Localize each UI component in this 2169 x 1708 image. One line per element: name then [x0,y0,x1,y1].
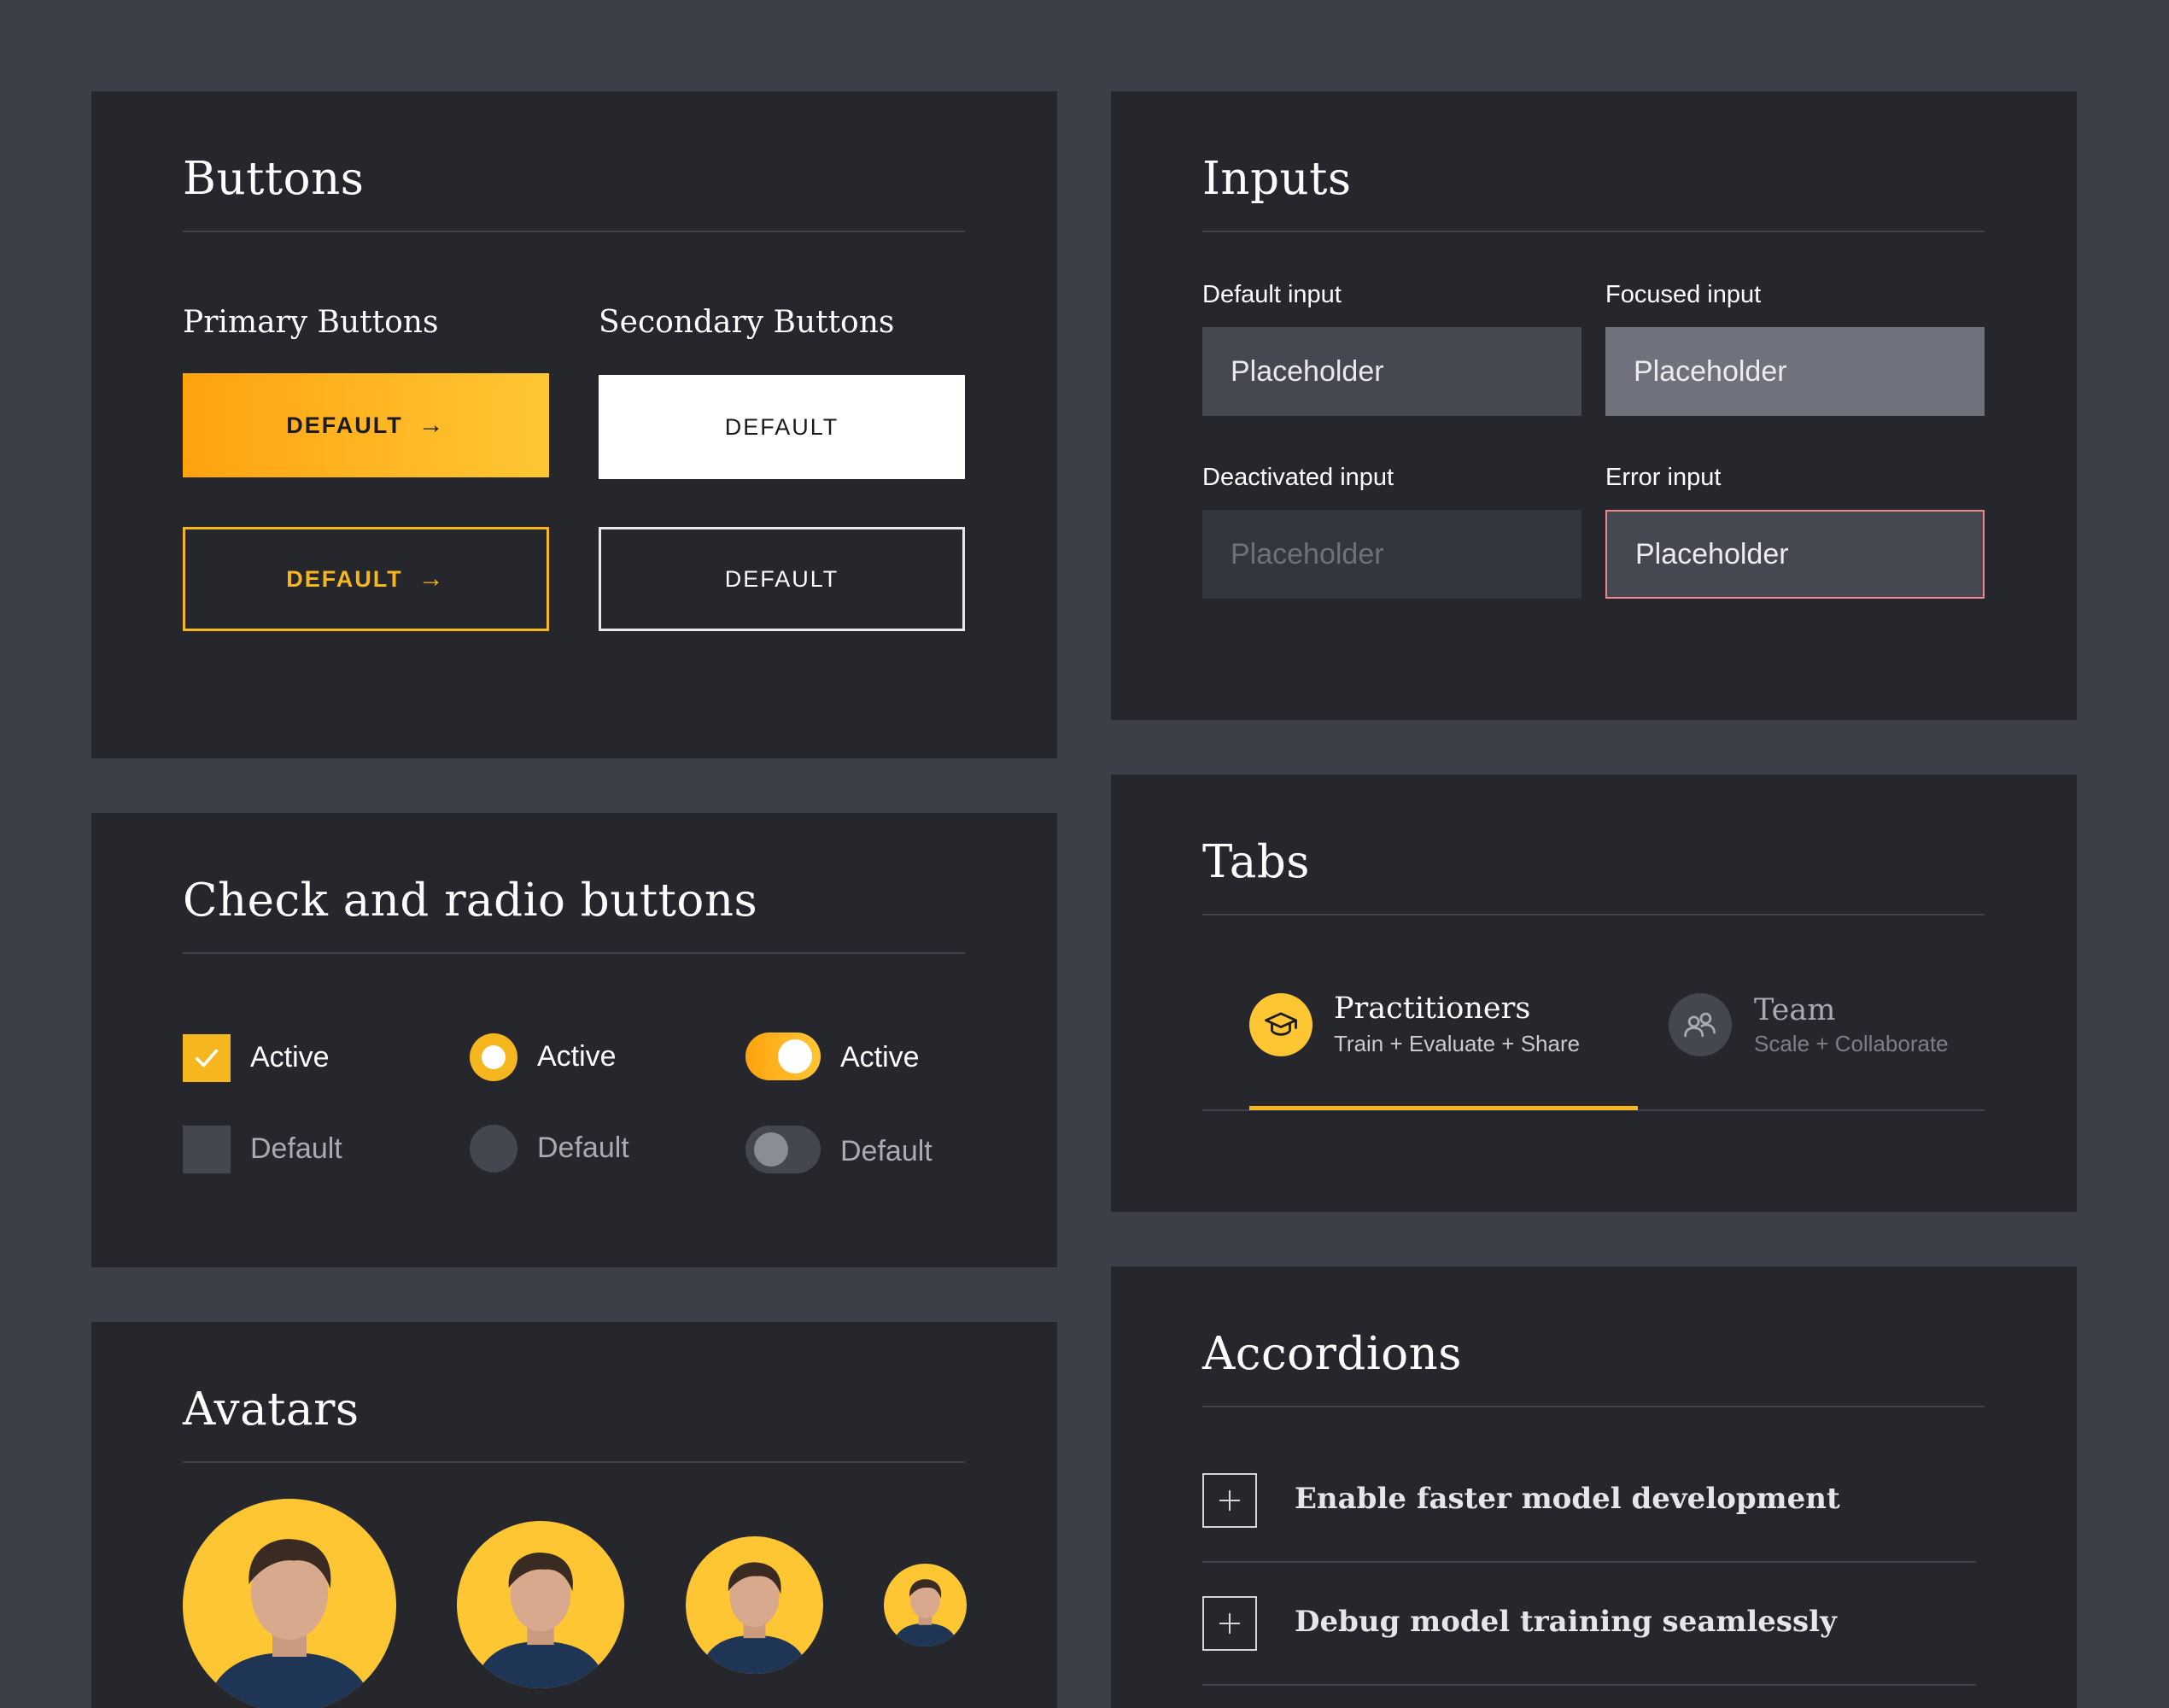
primary-buttons-heading: Primary Buttons [183,305,439,340]
plus-icon[interactable] [1202,1473,1257,1528]
checkbox-active[interactable] [183,1034,231,1082]
inputs-divider [1202,231,1985,232]
radio-active-label: Active [537,1040,617,1073]
accordions-title: Accordions [1202,1328,1463,1380]
accordion-item[interactable]: Enable faster model development [1202,1471,1976,1533]
focused-input-label: Focused input [1605,281,1762,308]
graduation-cap-icon [1249,993,1313,1056]
accordion-divider [1202,1561,1976,1563]
primary-outline-button[interactable]: DEFAULT → [183,527,549,631]
primary-filled-button[interactable]: DEFAULT → [183,373,549,477]
focused-input[interactable] [1605,327,1985,416]
avatar-xl [183,1499,396,1708]
tabs-divider [1202,914,1985,915]
buttons-title: Buttons [183,153,365,205]
accordions-card: Accordions Enable faster model developme… [1111,1266,2077,1708]
tab-practitioners-title: Practitioners [1334,991,1531,1026]
toggle-default-knob [754,1132,788,1167]
avatar-lg [457,1521,624,1688]
default-input-label: Default input [1202,281,1342,308]
plus-icon[interactable] [1202,1596,1257,1651]
secondary-buttons-heading: Secondary Buttons [599,305,895,340]
accordion-divider [1202,1684,1976,1686]
primary-filled-button-label: DEFAULT [286,412,403,438]
toggle-active-label: Active [840,1041,920,1073]
tabs-card: Tabs Practitioners Train + Evaluate + Sh… [1111,775,2077,1212]
toggle-active[interactable] [745,1032,821,1080]
avatar-md [686,1536,823,1674]
avatar-sm [884,1564,967,1647]
accordions-divider [1202,1406,1985,1407]
users-icon [1669,993,1732,1056]
secondary-filled-button-label: DEFAULT [724,413,839,440]
accordion-item-label: Debug model training seamlessly [1295,1605,1837,1639]
toggle-default[interactable] [745,1126,821,1173]
accordion-item[interactable]: Debug model training seamlessly [1202,1594,1976,1656]
accordion-item-label: Enable faster model development [1295,1482,1840,1516]
tabs-title: Tabs [1202,836,1310,888]
tab-practitioners[interactable]: Practitioners Train + Evaluate + Share [1249,991,1637,1096]
tab-team-title: Team [1754,993,1836,1027]
inputs-title: Inputs [1202,153,1352,205]
tab-practitioners-subtitle: Train + Evaluate + Share [1334,1031,1581,1056]
check-radio-card: Check and radio buttons Active Default A… [91,813,1057,1267]
check-radio-divider [183,952,965,954]
radio-active-dot [482,1045,506,1069]
deactivated-input-label: Deactivated input [1202,464,1394,491]
secondary-outline-button-label: DEFAULT [724,565,839,592]
check-radio-title: Check and radio buttons [183,874,758,927]
secondary-filled-button[interactable]: DEFAULT [599,375,965,479]
tab-team[interactable]: Team Scale + Collaborate [1669,993,2010,1096]
arrow-right-icon: → [418,564,446,593]
checkmark-icon [195,1049,219,1068]
inputs-card: Inputs Default input Focused input Deact… [1111,91,2077,720]
error-input[interactable] [1605,510,1985,599]
default-input[interactable] [1202,327,1581,416]
toggle-default-label: Default [840,1135,932,1167]
deactivated-input [1202,510,1581,599]
secondary-outline-button[interactable]: DEFAULT [599,527,965,631]
avatars-title: Avatars [183,1383,360,1436]
avatars-card: Avatars [91,1322,1057,1708]
active-tab-indicator [1249,1106,1638,1110]
arrow-right-icon: → [418,411,446,439]
buttons-divider [183,231,965,232]
radio-active[interactable] [470,1033,517,1081]
radio-default-label: Default [537,1132,629,1164]
checkbox-active-label: Active [250,1041,330,1073]
radio-default[interactable] [470,1125,517,1173]
buttons-card: Buttons Primary Buttons Secondary Button… [91,91,1057,758]
toggle-active-knob [778,1039,812,1073]
tab-team-subtitle: Scale + Collaborate [1754,1031,1949,1056]
checkbox-default[interactable] [183,1126,231,1173]
avatars-divider [183,1461,965,1463]
error-input-label: Error input [1605,464,1722,491]
primary-outline-button-label: DEFAULT [286,565,403,592]
checkbox-default-label: Default [250,1132,342,1165]
